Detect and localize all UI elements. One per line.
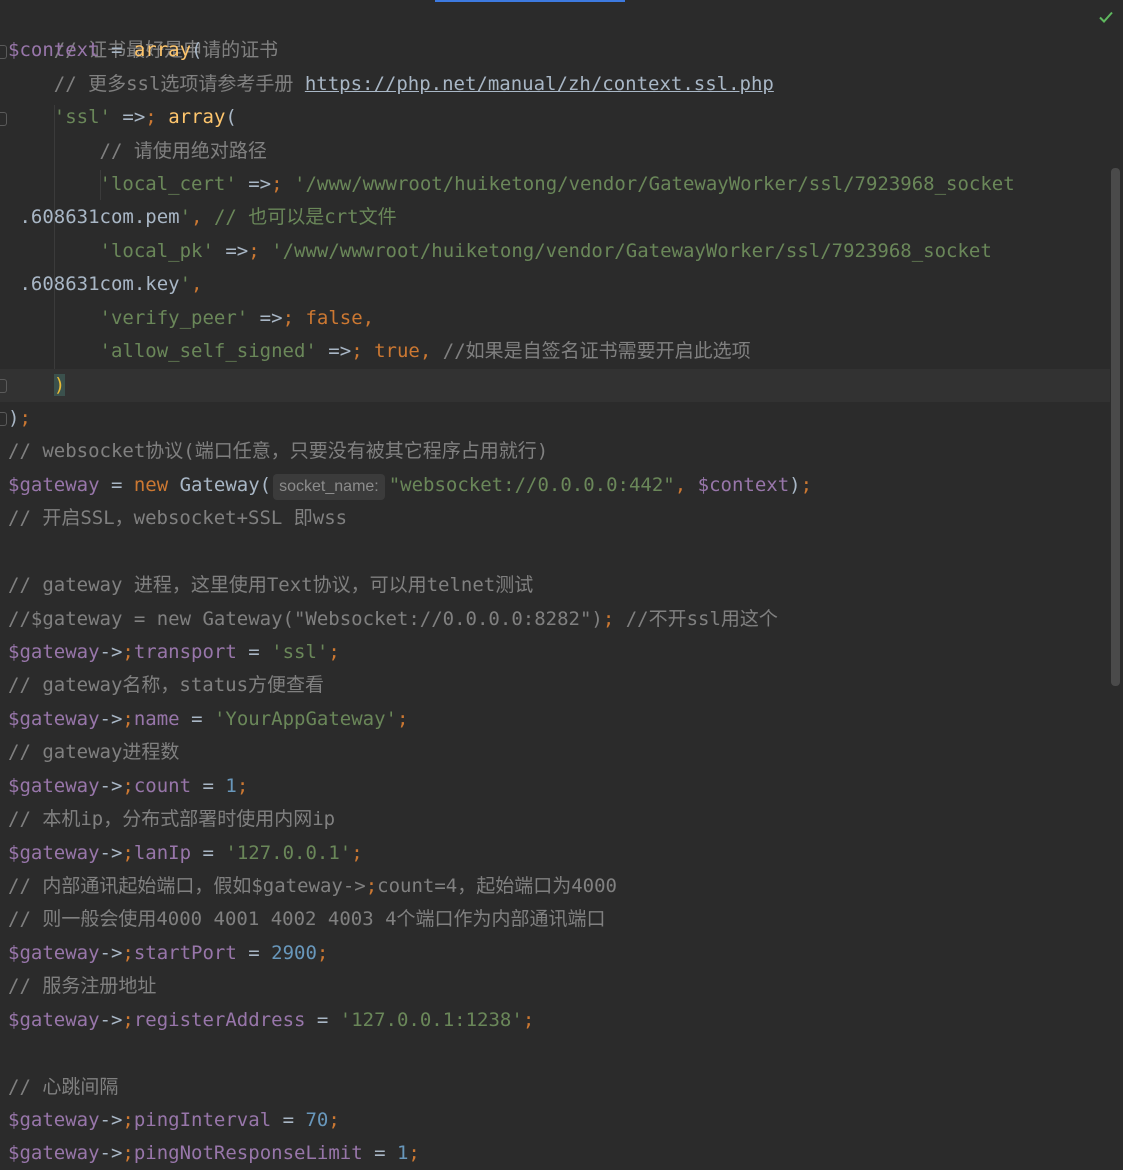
code-line[interactable]: .608631com.key', <box>8 268 203 301</box>
code-text: 'verify_peer' =>; false, <box>99 307 375 329</box>
code-line[interactable]: // 心跳间隔 <box>8 1071 118 1104</box>
tab-indicator <box>435 0 625 2</box>
code-text: $gateway = new Gateway( <box>8 474 272 496</box>
fold-marker[interactable] <box>0 379 7 393</box>
code-text: // gateway 进程，这里使用Text协议，可以用telnet测试 <box>8 574 534 596</box>
code-line[interactable]: // 内部通讯起始端口，假如$gateway->;count=4，起始端口为40… <box>8 870 617 903</box>
code-text: 'local_cert' =>; '/www/wwwroot/huiketong… <box>99 173 1015 195</box>
code-line[interactable]: // 开启SSL，websocket+SSL 即wss <box>8 502 347 535</box>
code-line[interactable]: $gateway->;name = 'YourAppGateway'; <box>8 703 408 736</box>
code-line[interactable]: // 服务注册地址 <box>8 970 156 1003</box>
code-text: $gateway->;pingInterval = 70; <box>8 1109 340 1131</box>
code-text: //$gateway = new Gateway("Websocket://0.… <box>8 608 778 630</box>
code-line[interactable]: $context = array( <box>8 34 203 67</box>
code-text: // 则一般会使用4000 4001 4002 4003 4个端口作为内部通讯端… <box>8 908 606 930</box>
code-line[interactable]: // gateway名称，status方便查看 <box>8 669 324 702</box>
code-text: // 开启SSL，websocket+SSL 即wss <box>8 507 348 529</box>
code-line[interactable]: $gateway->;count = 1; <box>8 770 248 803</box>
check-icon[interactable] <box>1095 6 1117 28</box>
parameter-hint: socket_name: <box>273 474 385 500</box>
code-text: .608631com.key', <box>8 273 203 295</box>
code-line[interactable]: 'allow_self_signed' =>; true, //如果是自签名证书… <box>8 335 751 368</box>
code-text: $gateway->;transport = 'ssl'; <box>8 641 340 663</box>
code-text: $gateway->;name = 'YourAppGateway'; <box>8 708 409 730</box>
fold-marker[interactable] <box>0 45 7 59</box>
code-line[interactable]: 'local_pk' =>; '/www/wwwroot/huiketong/v… <box>8 235 992 268</box>
code-line[interactable]: $gateway->;transport = 'ssl'; <box>8 636 340 669</box>
code-text: // 内部通讯起始端口，假如$gateway->;count=4，起始端口为40… <box>8 875 618 897</box>
code-text: .608631com.pem', // 也可以是crt文件 <box>8 206 397 228</box>
code-text: // gateway名称，status方便查看 <box>8 674 325 696</box>
code-text: // 心跳间隔 <box>8 1076 119 1098</box>
vertical-scrollbar[interactable] <box>1111 168 1120 686</box>
code-line[interactable]: // 本机ip，分布式部署时使用内网ip <box>8 803 335 836</box>
code-line[interactable]: $gateway->;registerAddress = '127.0.0.1:… <box>8 1004 534 1037</box>
code-line[interactable]: 'local_cert' =>; '/www/wwwroot/huiketong… <box>8 168 1015 201</box>
code-text: // gateway进程数 <box>8 741 180 763</box>
code-line[interactable]: //$gateway = new Gateway("Websocket://0.… <box>8 603 778 636</box>
code-line[interactable]: $gateway->;pingNotResponseLimit = 1; <box>8 1137 420 1170</box>
code-text: // 更多ssl选项请参考手册 https://php.net/manual/z… <box>53 73 774 95</box>
code-text: // 服务注册地址 <box>8 975 157 997</box>
code-text: $gateway->;startPort = 2900; <box>8 942 329 964</box>
code-line[interactable]: 'verify_peer' =>; false, <box>8 302 375 335</box>
code-line[interactable]: // gateway 进程，这里使用Text协议，可以用telnet测试 <box>8 569 533 602</box>
code-line[interactable]: .608631com.pem', // 也可以是crt文件 <box>8 201 397 234</box>
code-text: $gateway->;registerAddress = '127.0.0.1:… <box>8 1009 535 1031</box>
code-line[interactable]: // websocket协议(端口任意，只要没有被其它程序占用就行) <box>8 435 548 468</box>
code-line[interactable]: // 证书最好是申请的证书 <box>8 1 278 61</box>
code-editor[interactable]: // 证书最好是申请的证书 $context = array( // 更多ssl… <box>0 0 1123 1170</box>
code-line[interactable]: // 请使用绝对路径 <box>8 135 267 168</box>
code-text: 'ssl' =>; array( <box>53 106 237 128</box>
code-line[interactable]: $gateway->;startPort = 2900; <box>8 937 328 970</box>
code-text: 'local_pk' =>; '/www/wwwroot/huiketong/v… <box>99 240 992 262</box>
code-text: "websocket://0.0.0.0:442", $context); <box>388 474 813 496</box>
code-text: $gateway->;pingNotResponseLimit = 1; <box>8 1142 420 1164</box>
code-text: ) <box>53 374 66 396</box>
code-text: // websocket协议(端口任意，只要没有被其它程序占用就行) <box>8 440 549 462</box>
code-text: $context = array( <box>8 39 203 61</box>
fold-marker[interactable] <box>0 412 7 426</box>
code-line[interactable]: ); <box>8 402 31 435</box>
code-text: // 本机ip，分布式部署时使用内网ip <box>8 808 336 830</box>
code-text: 'allow_self_signed' =>; true, //如果是自签名证书… <box>99 340 751 362</box>
fold-marker[interactable] <box>0 112 7 126</box>
code-line[interactable]: $gateway->;pingInterval = 70; <box>8 1104 340 1137</box>
current-line-highlight <box>0 369 1110 402</box>
code-text: ); <box>8 407 31 429</box>
code-text: // 请使用绝对路径 <box>99 140 267 162</box>
code-line[interactable]: // gateway进程数 <box>8 736 179 769</box>
code-line[interactable]: // 更多ssl选项请参考手册 https://php.net/manual/z… <box>8 68 774 101</box>
code-line[interactable]: $gateway->;lanIp = '127.0.0.1'; <box>8 837 363 870</box>
code-line[interactable]: 'ssl' =>; array( <box>8 101 237 134</box>
code-line[interactable]: $gateway = new Gateway(socket_name: "webs… <box>8 469 812 502</box>
code-line[interactable]: ) <box>8 369 66 402</box>
code-text: $gateway->;count = 1; <box>8 775 249 797</box>
code-text: $gateway->;lanIp = '127.0.0.1'; <box>8 842 363 864</box>
code-line[interactable]: // 则一般会使用4000 4001 4002 4003 4个端口作为内部通讯端… <box>8 903 606 936</box>
